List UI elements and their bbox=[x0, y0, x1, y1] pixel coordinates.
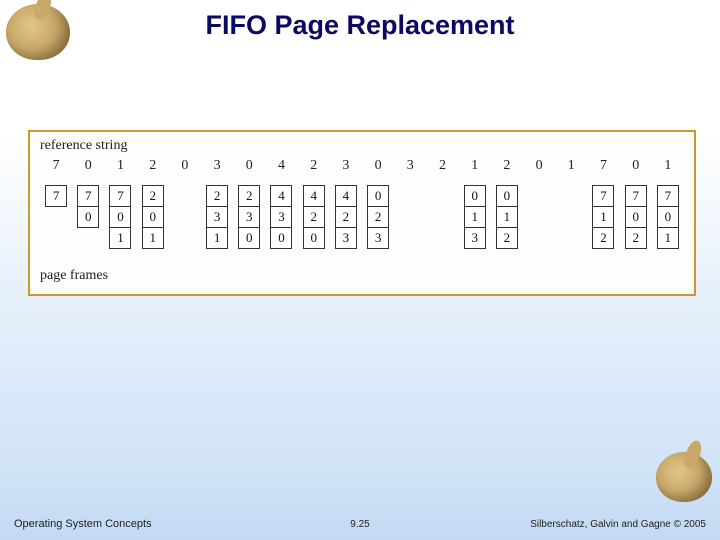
page-frames-row: 7707012012312304304204230230130127127027… bbox=[40, 184, 684, 262]
reference-value: 0 bbox=[523, 158, 555, 174]
frame-column: 013 bbox=[459, 184, 491, 249]
frame-cell: 7 bbox=[77, 185, 99, 207]
frame-column: 012 bbox=[491, 184, 523, 249]
reference-value: 0 bbox=[72, 158, 104, 174]
reference-value: 2 bbox=[137, 158, 169, 174]
reference-value: 2 bbox=[298, 158, 330, 174]
frame-column: 423 bbox=[330, 184, 362, 249]
frame-column: 201 bbox=[137, 184, 169, 249]
frame-cell: 2 bbox=[625, 227, 647, 249]
frame-cell: 0 bbox=[625, 206, 647, 228]
reference-value: 1 bbox=[104, 158, 136, 174]
reference-value: 3 bbox=[330, 158, 362, 174]
frame-cell: 1 bbox=[142, 227, 164, 249]
frame-cell: 7 bbox=[592, 185, 614, 207]
frame-cell: 2 bbox=[206, 185, 228, 207]
frame-cell: 0 bbox=[77, 206, 99, 228]
reference-value: 1 bbox=[555, 158, 587, 174]
footer-left: Operating System Concepts bbox=[14, 518, 152, 530]
frame-column: 701 bbox=[104, 184, 136, 249]
frame-column: 7 bbox=[40, 184, 72, 207]
reference-value: 7 bbox=[40, 158, 72, 174]
frame-column: 023 bbox=[362, 184, 394, 249]
frame-column: 712 bbox=[587, 184, 619, 249]
frame-cell: 2 bbox=[238, 185, 260, 207]
fifo-diagram: reference string 70120304230321201701 77… bbox=[28, 130, 696, 296]
frame-cell: 0 bbox=[109, 206, 131, 228]
reference-value: 0 bbox=[169, 158, 201, 174]
frame-cell: 0 bbox=[496, 185, 518, 207]
reference-value: 3 bbox=[394, 158, 426, 174]
frame-column: 230 bbox=[233, 184, 265, 249]
frame-cell: 1 bbox=[206, 227, 228, 249]
frame-cell: 7 bbox=[625, 185, 647, 207]
frame-cell: 3 bbox=[270, 206, 292, 228]
reference-value: 0 bbox=[620, 158, 652, 174]
frame-cell: 0 bbox=[303, 227, 325, 249]
frame-cell: 2 bbox=[496, 227, 518, 249]
frame-column: 701 bbox=[652, 184, 684, 249]
frame-cell: 1 bbox=[464, 206, 486, 228]
frame-cell: 3 bbox=[367, 227, 389, 249]
footer-right: Silberschatz, Galvin and Gagne © 2005 bbox=[530, 519, 706, 530]
frame-cell: 4 bbox=[335, 185, 357, 207]
frame-cell: 0 bbox=[464, 185, 486, 207]
frame-cell: 1 bbox=[592, 206, 614, 228]
reference-value: 3 bbox=[201, 158, 233, 174]
frame-cell: 0 bbox=[142, 206, 164, 228]
frame-cell: 1 bbox=[109, 227, 131, 249]
frame-cell: 2 bbox=[142, 185, 164, 207]
page-frames-label: page frames bbox=[40, 268, 684, 284]
frame-cell: 7 bbox=[109, 185, 131, 207]
frame-cell: 4 bbox=[303, 185, 325, 207]
frame-cell: 0 bbox=[270, 227, 292, 249]
frame-cell: 3 bbox=[335, 227, 357, 249]
frame-cell: 0 bbox=[238, 227, 260, 249]
frame-column: 70 bbox=[72, 184, 104, 228]
frame-cell: 1 bbox=[496, 206, 518, 228]
frame-cell: 2 bbox=[592, 227, 614, 249]
frame-cell: 2 bbox=[303, 206, 325, 228]
frame-cell: 7 bbox=[657, 185, 679, 207]
frame-cell: 2 bbox=[335, 206, 357, 228]
frame-cell: 3 bbox=[206, 206, 228, 228]
frame-column: 430 bbox=[265, 184, 297, 249]
frame-cell: 7 bbox=[45, 185, 67, 207]
frame-cell: 1 bbox=[657, 227, 679, 249]
frame-cell: 2 bbox=[367, 206, 389, 228]
reference-value: 7 bbox=[587, 158, 619, 174]
frame-cell: 0 bbox=[367, 185, 389, 207]
reference-value: 0 bbox=[233, 158, 265, 174]
reference-value: 4 bbox=[265, 158, 297, 174]
frame-cell: 3 bbox=[238, 206, 260, 228]
reference-value: 0 bbox=[362, 158, 394, 174]
reference-value: 1 bbox=[459, 158, 491, 174]
frame-column: 420 bbox=[298, 184, 330, 249]
reference-value: 2 bbox=[426, 158, 458, 174]
frame-column: 231 bbox=[201, 184, 233, 249]
dinosaur-logo-bottom-right bbox=[656, 452, 712, 502]
frame-column: 702 bbox=[620, 184, 652, 249]
frame-cell: 0 bbox=[657, 206, 679, 228]
slide-title: FIFO Page Replacement bbox=[0, 10, 720, 41]
frame-cell: 4 bbox=[270, 185, 292, 207]
reference-value: 2 bbox=[491, 158, 523, 174]
frame-cell: 3 bbox=[464, 227, 486, 249]
reference-string-label: reference string bbox=[40, 138, 684, 154]
slide-footer: Operating System Concepts 9.25 Silbersch… bbox=[0, 518, 720, 530]
reference-value: 1 bbox=[652, 158, 684, 174]
reference-string-row: 70120304230321201701 bbox=[40, 156, 684, 184]
footer-center: 9.25 bbox=[350, 519, 369, 530]
